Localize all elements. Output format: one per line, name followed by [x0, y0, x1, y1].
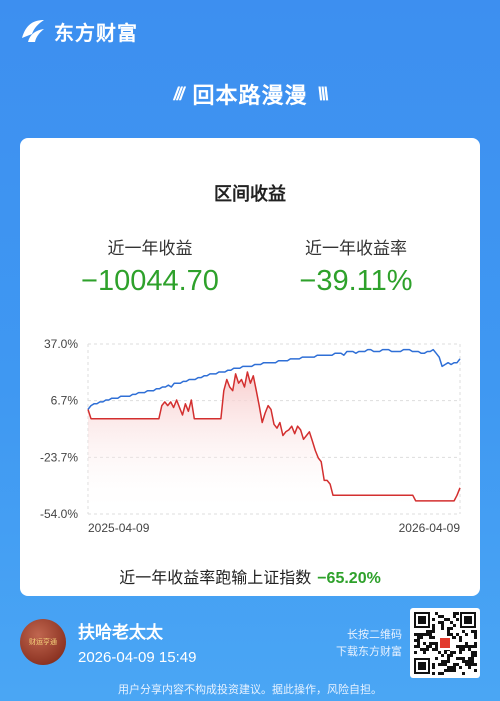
qr-code-icon[interactable] — [410, 608, 480, 678]
qr-hint-line2: 下载东方财富 — [336, 646, 402, 658]
y-tick-label: -54.0% — [40, 507, 78, 521]
metric-yearly-profit: 近一年收益 −10044.70 — [60, 234, 240, 298]
return-chart: 37.0% 6.7% -23.7% -54.0% 2025-04-09 2026-04-0… — [40, 337, 461, 535]
brand-name: 东方财富 — [54, 22, 138, 45]
x-tick-label: 2025-04-09 — [88, 521, 150, 535]
disclaimer: 用户分享内容不构成投资建议。据此操作，风险自担。 — [118, 684, 382, 696]
comparison-value: −65.20% — [317, 570, 381, 587]
metric-value: −39.11% — [299, 265, 413, 297]
avatar[interactable]: 财运亨通 — [20, 619, 66, 665]
metric-label: 近一年收益 — [107, 239, 193, 258]
user-name: 扶哈老太太 — [78, 623, 163, 642]
avatar-text: 财运亨通 — [29, 638, 57, 646]
profit-card: 区间收益 近一年收益 −10044.70 近一年收益率 −39.11% 37.0… — [20, 138, 480, 596]
qr-hint-line1: 长按二维码 — [347, 629, 402, 641]
user-info: 财运亨通 扶哈老太太 2026-04-09 15:49 — [20, 618, 196, 666]
title-right-deco: \\\ — [317, 83, 329, 104]
qr-hint: 长按二维码 下载东方财富 — [336, 627, 402, 661]
metric-value: −10044.70 — [81, 265, 219, 297]
comparison-line: 近一年收益率跑输上证指数 −65.20% — [20, 564, 480, 588]
card-heading: 区间收益 — [214, 184, 286, 204]
page-title: 回本路漫漫 — [192, 83, 308, 108]
comparison-text: 近一年收益率跑输上证指数 — [119, 570, 312, 587]
x-tick-label: 2026-04-09 — [399, 521, 461, 535]
page-header: /// 回本路漫漫 \\\ — [0, 76, 500, 112]
metric-yearly-return: 近一年收益率 −39.11% — [266, 234, 446, 298]
y-tick-label: 6.7% — [51, 394, 79, 408]
metric-label: 近一年收益率 — [305, 239, 407, 258]
y-tick-label: 37.0% — [44, 337, 78, 351]
share-datetime: 2026-04-09 15:49 — [78, 649, 197, 666]
eastmoney-logo-icon — [22, 20, 44, 42]
title-left-deco: /// — [173, 83, 184, 104]
y-tick-label: -23.7% — [40, 450, 78, 464]
brand: 东方财富 — [18, 14, 138, 48]
